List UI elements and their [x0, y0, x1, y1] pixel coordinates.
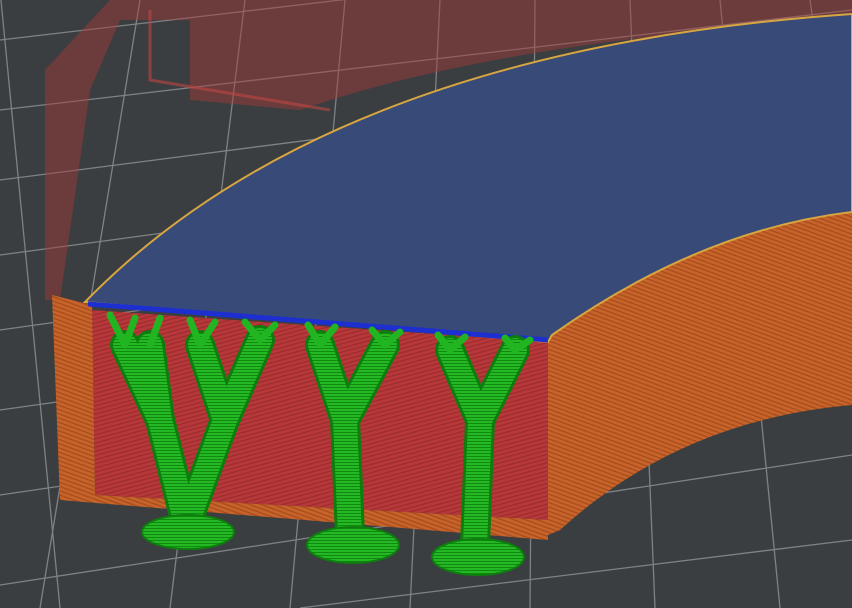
scene — [0, 0, 852, 608]
3d-preview-viewport[interactable] — [0, 0, 852, 608]
